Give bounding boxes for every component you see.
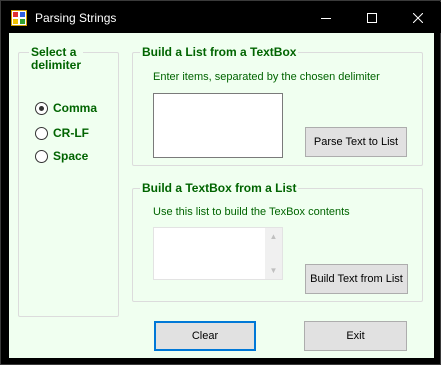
maximize-icon [367, 13, 377, 23]
form-client-area: Select a delimiter Comma CR-LF Space Bui… [9, 33, 434, 358]
textbox-hint: Enter items, separated by the chosen del… [153, 71, 380, 83]
maximize-button[interactable] [349, 3, 395, 33]
window-title: Parsing Strings [35, 11, 117, 25]
delimiter-legend: Select a delimiter [29, 46, 84, 72]
list-hint: Use this list to build the TexBox conten… [153, 206, 350, 218]
minimize-icon [321, 18, 331, 19]
radio-space[interactable]: Space [35, 149, 88, 163]
delimiter-groupbox: Select a delimiter Comma CR-LF Space [18, 46, 119, 317]
app-window: Parsing Strings Select a delimiter Comma… [0, 0, 441, 365]
radio-comma-indicator[interactable] [35, 101, 48, 115]
app-icon [11, 10, 27, 26]
title-bar[interactable]: Parsing Strings [2, 2, 441, 33]
radio-comma-label[interactable]: Comma [53, 101, 97, 115]
list-to-textbox-groupbox: Build a TextBox from a List Use this lis… [132, 181, 423, 302]
radio-space-label[interactable]: Space [53, 149, 88, 163]
radio-crlf-indicator[interactable] [35, 126, 48, 140]
delimiter-legend-line2: delimiter [31, 58, 82, 72]
items-listbox[interactable]: ▲ ▼ [153, 227, 283, 280]
close-icon [413, 13, 423, 23]
textbox-to-list-legend: Build a List from a TextBox [140, 45, 299, 59]
listbox-scrollbar[interactable]: ▲ ▼ [265, 228, 282, 279]
radio-crlf-label[interactable]: CR-LF [53, 126, 89, 140]
radio-space-indicator[interactable] [35, 149, 48, 163]
list-to-textbox-legend: Build a TextBox from a List [140, 181, 299, 195]
radio-comma[interactable]: Comma [35, 101, 97, 115]
scroll-down-icon[interactable]: ▼ [265, 262, 282, 279]
exit-button[interactable]: Exit [304, 321, 407, 351]
clear-button[interactable]: Clear [154, 321, 256, 351]
radio-crlf[interactable]: CR-LF [35, 126, 89, 140]
textbox-to-list-groupbox: Build a List from a TextBox Enter items,… [132, 45, 423, 166]
items-textbox[interactable] [153, 93, 283, 158]
parse-text-to-list-button[interactable]: Parse Text to List [305, 127, 407, 157]
build-text-from-list-button[interactable]: Build Text from List [305, 264, 408, 294]
minimize-button[interactable] [303, 3, 349, 33]
scroll-up-icon[interactable]: ▲ [265, 228, 282, 245]
close-button[interactable] [395, 3, 441, 33]
